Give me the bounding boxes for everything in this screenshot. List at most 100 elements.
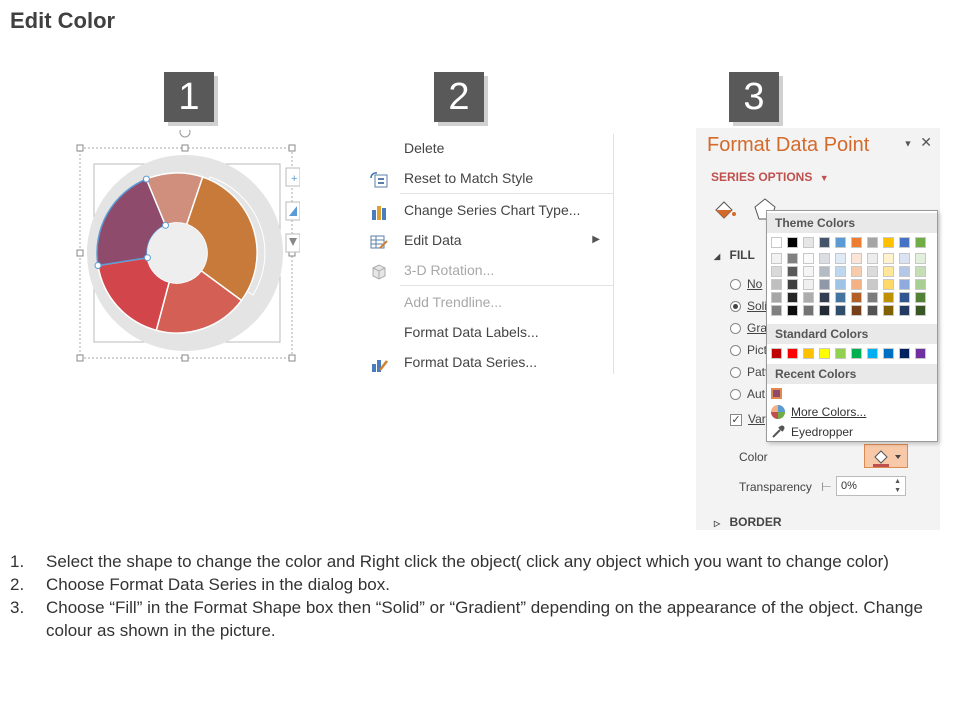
theme-color-shade-swatch[interactable] [819, 266, 830, 277]
theme-color-shade-swatch[interactable] [819, 305, 830, 316]
theme-color-shade-swatch[interactable] [835, 266, 846, 277]
close-icon[interactable]: ✕ [920, 134, 932, 150]
theme-color-shade-swatch[interactable] [899, 292, 910, 303]
theme-color-shade-swatch[interactable] [819, 279, 830, 290]
theme-color-shade-swatch[interactable] [867, 266, 878, 277]
fill-option-picture[interactable]: Pict [730, 343, 767, 357]
theme-color-shade-swatch[interactable] [819, 292, 830, 303]
theme-color-swatch[interactable] [851, 237, 862, 248]
more-colors-link[interactable]: More Colors... [771, 405, 866, 419]
fill-option-solid[interactable]: Soli [730, 299, 767, 313]
theme-color-shade-swatch[interactable] [835, 292, 846, 303]
donut-chart-svg[interactable]: + [70, 126, 301, 370]
standard-color-swatch[interactable] [915, 348, 926, 359]
theme-color-shade-swatch[interactable] [803, 279, 814, 290]
fill-option-gradient[interactable]: Gra [730, 321, 767, 335]
fill-option-pattern[interactable]: Patt [730, 365, 768, 379]
menu-item-delete[interactable]: Delete [364, 135, 614, 161]
theme-color-shade-swatch[interactable] [883, 266, 894, 277]
color-picker-button[interactable] [864, 444, 908, 468]
theme-color-shade-swatch[interactable] [787, 292, 798, 303]
theme-color-swatch[interactable] [867, 237, 878, 248]
theme-color-shade-swatch[interactable] [883, 253, 894, 264]
fill-option-automatic[interactable]: Aut [730, 387, 765, 401]
theme-color-shade-swatch[interactable] [915, 266, 926, 277]
slider-icon[interactable]: ⊢ [821, 480, 831, 494]
fill-line-tab-icon[interactable] [712, 196, 738, 222]
standard-color-swatch[interactable] [899, 348, 910, 359]
theme-color-shade-swatch[interactable] [771, 266, 782, 277]
theme-color-shade-swatch[interactable] [787, 305, 798, 316]
theme-color-shade-swatch[interactable] [899, 266, 910, 277]
recent-color-swatch[interactable] [771, 388, 782, 399]
theme-color-shade-swatch[interactable] [899, 305, 910, 316]
theme-color-shade-swatch[interactable] [835, 305, 846, 316]
standard-color-swatch[interactable] [867, 348, 878, 359]
theme-color-shade-swatch[interactable] [867, 279, 878, 290]
theme-color-swatch[interactable] [899, 237, 910, 248]
theme-color-shade-swatch[interactable] [867, 305, 878, 316]
menu-item-3d-rotation[interactable]: 3-D Rotation... [364, 257, 614, 283]
theme-color-shade-swatch[interactable] [899, 279, 910, 290]
menu-item-format-data-labels[interactable]: Format Data Labels... [364, 319, 614, 345]
theme-color-shade-swatch[interactable] [915, 279, 926, 290]
menu-item-change-chart-type[interactable]: Change Series Chart Type... [364, 197, 614, 223]
menu-item-format-data-series[interactable]: Format Data Series... [364, 349, 614, 375]
standard-color-swatch[interactable] [851, 348, 862, 359]
standard-color-swatch[interactable] [883, 348, 894, 359]
standard-color-swatch[interactable] [819, 348, 830, 359]
theme-color-shade-swatch[interactable] [835, 253, 846, 264]
theme-color-shade-swatch[interactable] [883, 305, 894, 316]
theme-color-shade-swatch[interactable] [883, 279, 894, 290]
theme-color-shade-swatch[interactable] [771, 305, 782, 316]
radio-picture-fill[interactable] [730, 345, 741, 357]
theme-color-swatch[interactable] [835, 237, 846, 248]
theme-color-shade-swatch[interactable] [867, 292, 878, 303]
radio-automatic-fill[interactable] [730, 389, 741, 401]
menu-item-edit-data[interactable]: Edit Data ▶ [364, 227, 614, 253]
theme-color-shade-swatch[interactable] [915, 253, 926, 264]
theme-color-shade-swatch[interactable] [851, 292, 862, 303]
eyedropper-link[interactable]: Eyedropper [772, 425, 853, 439]
menu-item-reset-style[interactable]: Reset to Match Style [364, 165, 614, 191]
fill-section-header[interactable]: ◢ FILL [714, 248, 755, 262]
theme-color-shade-swatch[interactable] [787, 266, 798, 277]
theme-color-shade-swatch[interactable] [787, 279, 798, 290]
series-options-dropdown[interactable]: SERIES OPTIONS ▼ [711, 170, 829, 184]
standard-color-swatch[interactable] [835, 348, 846, 359]
theme-color-swatch[interactable] [819, 237, 830, 248]
border-section-header[interactable]: ▷ BORDER [714, 515, 782, 529]
theme-color-shade-swatch[interactable] [803, 305, 814, 316]
theme-color-swatch[interactable] [883, 237, 894, 248]
theme-color-shade-swatch[interactable] [803, 253, 814, 264]
fill-option-no[interactable]: No [730, 277, 762, 291]
theme-color-shade-swatch[interactable] [851, 279, 862, 290]
theme-color-shade-swatch[interactable] [915, 292, 926, 303]
menu-item-add-trendline[interactable]: Add Trendline... [364, 289, 614, 315]
pane-options-icon[interactable]: ▼ [903, 138, 912, 148]
theme-color-shade-swatch[interactable] [867, 253, 878, 264]
standard-color-swatch[interactable] [787, 348, 798, 359]
radio-no-fill[interactable] [730, 279, 741, 291]
vary-colors-checkbox[interactable]: ✓ [730, 413, 742, 426]
theme-color-shade-swatch[interactable] [803, 292, 814, 303]
radio-pattern-fill[interactable] [730, 367, 741, 379]
transparency-input[interactable]: 0% ▲ ▼ [836, 476, 906, 496]
theme-color-shade-swatch[interactable] [883, 292, 894, 303]
theme-color-shade-swatch[interactable] [771, 292, 782, 303]
theme-color-shade-swatch[interactable] [851, 253, 862, 264]
theme-color-shade-swatch[interactable] [851, 266, 862, 277]
chart-panel[interactable]: + [70, 126, 301, 370]
spinner-icon[interactable]: ▲ ▼ [894, 477, 901, 495]
radio-solid-fill[interactable] [730, 301, 741, 313]
standard-color-swatch[interactable] [803, 348, 814, 359]
theme-color-shade-swatch[interactable] [771, 279, 782, 290]
theme-color-swatch[interactable] [771, 237, 782, 248]
theme-color-shade-swatch[interactable] [851, 305, 862, 316]
standard-color-swatch[interactable] [771, 348, 782, 359]
radio-gradient-fill[interactable] [730, 323, 741, 335]
theme-color-swatch[interactable] [803, 237, 814, 248]
theme-color-swatch[interactable] [787, 237, 798, 248]
theme-color-shade-swatch[interactable] [771, 253, 782, 264]
theme-color-shade-swatch[interactable] [819, 253, 830, 264]
